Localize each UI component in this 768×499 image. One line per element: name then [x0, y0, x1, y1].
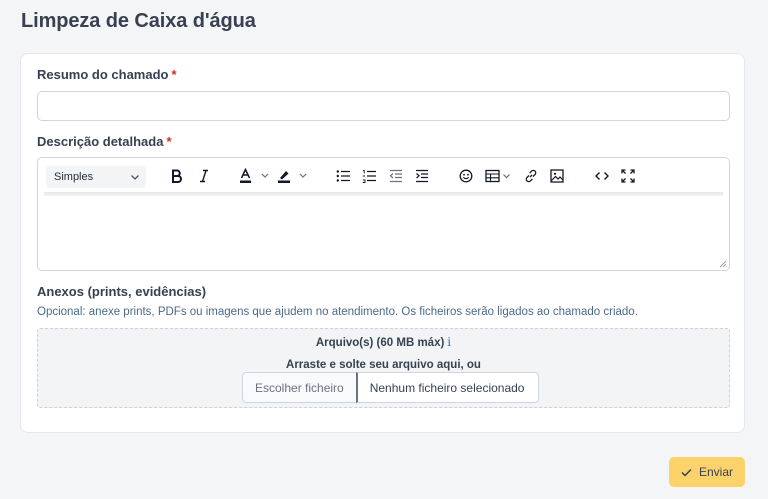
bold-button[interactable]	[170, 167, 184, 185]
resize-handle-icon[interactable]	[719, 260, 727, 268]
code-view-button[interactable]	[595, 167, 609, 185]
ticket-form-card: Resumo do chamado * Descrição detalhada * …	[20, 53, 745, 433]
summary-label: Resumo do chamado *	[37, 67, 177, 82]
table-button[interactable]	[485, 167, 513, 185]
toolbar-divider	[44, 192, 723, 196]
highlight-button[interactable]	[277, 167, 309, 185]
paragraph-format-value: Simples	[54, 171, 94, 183]
italic-button[interactable]	[197, 167, 211, 185]
summary-label-text: Resumo do chamado	[37, 67, 169, 82]
link-icon	[525, 169, 537, 183]
emoji-icon	[459, 169, 473, 183]
description-label-text: Descrição detalhada	[37, 134, 164, 149]
outdent-button[interactable]	[389, 167, 403, 185]
required-mark: *	[171, 67, 177, 82]
submit-button[interactable]: Enviar	[669, 457, 745, 487]
indent-button[interactable]	[415, 167, 429, 185]
indent-icon	[416, 169, 428, 183]
description-editor: Simples	[37, 157, 730, 271]
attachments-help: Opcional: anexe prints, PDFs ou imagens …	[37, 306, 638, 318]
image-button[interactable]	[550, 167, 564, 185]
chevron-down-icon	[131, 175, 139, 180]
table-icon	[485, 169, 510, 183]
summary-input[interactable]	[37, 91, 730, 121]
numbered-list-icon	[362, 170, 376, 183]
required-mark: *	[166, 134, 172, 149]
fullscreen-button[interactable]	[621, 167, 635, 185]
bullet-list-button[interactable]	[336, 167, 350, 185]
font-color-button[interactable]	[239, 167, 271, 185]
link-button[interactable]	[524, 167, 538, 185]
info-icon[interactable]: i	[447, 335, 451, 349]
description-editor-area[interactable]	[38, 198, 729, 270]
dropzone-hint: Arraste e solte seu arquivo aqui, ou	[286, 359, 481, 371]
numbered-list-button[interactable]	[362, 167, 376, 185]
file-dropzone[interactable]: Arquivo(s) (60 MB máx) i Arraste e solte …	[37, 328, 730, 408]
code-icon	[595, 172, 609, 180]
submit-label: Enviar	[698, 465, 733, 479]
page-title: Limpeza de Caixa d'água	[21, 10, 256, 32]
italic-icon	[200, 169, 208, 183]
choose-file-button[interactable]: Escolher ficheiro	[242, 372, 356, 403]
editor-toolbar: Simples	[38, 158, 729, 194]
no-file-selected-text: Nenhum ficheiro selecionado	[355, 372, 540, 403]
emoji-button[interactable]	[459, 167, 473, 185]
file-picker: Escolher ficheiro Nenhum ficheiro seleci…	[242, 372, 540, 403]
outdent-icon	[389, 169, 402, 183]
check-icon	[681, 468, 692, 477]
bold-icon	[172, 169, 182, 183]
image-icon	[550, 169, 564, 183]
bullet-list-icon	[336, 170, 350, 182]
dropzone-title: Arquivo(s) (60 MB máx) i	[38, 335, 729, 349]
dropzone-title-text: Arquivo(s) (60 MB máx)	[315, 337, 445, 349]
font-color-icon	[240, 168, 269, 183]
fullscreen-icon	[621, 169, 635, 183]
paragraph-format-select[interactable]: Simples	[46, 166, 146, 188]
attachments-label: Anexos (prints, evidências)	[37, 284, 207, 299]
description-label: Descrição detalhada *	[37, 134, 172, 149]
highlight-icon	[278, 171, 307, 183]
